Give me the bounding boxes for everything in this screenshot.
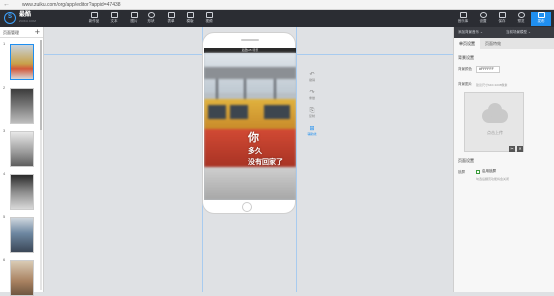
- page-list-scrollbar[interactable]: [40, 40, 42, 290]
- form-icon: [167, 12, 175, 18]
- video-icon: [205, 12, 213, 18]
- tool-new-work[interactable]: 新作品: [84, 12, 104, 26]
- brand-tagline: ZUIKU.COM: [19, 19, 36, 23]
- music-icon: [459, 12, 467, 18]
- tab-page-settings[interactable]: 单页设置: [454, 38, 480, 49]
- lock-screen-hint: 勾选后翻页功能将会关闭: [476, 177, 510, 181]
- add-music-dropdown[interactable]: 添加背景音乐 ⌄: [458, 30, 483, 35]
- phone-preview: 最酷H5 场景 你 多久 没有回家了: [202, 32, 296, 214]
- phone-speaker: [241, 39, 259, 41]
- lock-screen-checkbox[interactable]: [476, 170, 480, 174]
- upload-label: 点击上传: [487, 130, 503, 135]
- lock-screen-option: 启用锁屏: [482, 169, 496, 173]
- properties-top-bar: 添加背景音乐 ⌄ 当前场景模型 ⌄: [454, 27, 554, 38]
- text-icon: [110, 12, 118, 18]
- editor-canvas: 最酷H5 场景 你 多久 没有回家了 ↶ 撤销 ↷ 重做 ⎘ 复制 ⊞ 辅助线: [44, 27, 453, 292]
- page-thumbnail-4[interactable]: [10, 174, 34, 210]
- page-thumbnail-3[interactable]: [10, 131, 34, 167]
- tool-video[interactable]: 视频: [199, 12, 219, 26]
- page-number: 3: [3, 128, 6, 133]
- tool-template[interactable]: 模版: [180, 12, 200, 26]
- tool-publish[interactable]: 发布: [531, 12, 551, 26]
- redo-button[interactable]: ↷ 重做: [306, 90, 318, 100]
- page-number: 2: [3, 85, 6, 90]
- preview-icon: [517, 12, 525, 18]
- upload-cloud-icon: [482, 103, 508, 123]
- tool-save[interactable]: 保存: [492, 12, 512, 26]
- background-image-hint: 建议尺寸640×1008像素: [476, 83, 508, 87]
- guides-toggle-button[interactable]: ⊞ 辅助线: [306, 126, 318, 136]
- logo: S 最酷 ZUIKU.COM: [4, 12, 40, 25]
- background-image-upload[interactable]: 点击上传 ✂ ✕: [464, 92, 524, 152]
- canvas-side-tools: ↶ 撤销 ↷ 重做 ⎘ 复制 ⊞ 辅助线: [306, 72, 318, 144]
- tool-text[interactable]: 文本: [104, 12, 124, 26]
- lock-screen-label: 锁屏: [458, 170, 465, 174]
- properties-tabs: 单页设置 页面特效: [454, 38, 554, 49]
- delete-icon[interactable]: ✕: [517, 146, 523, 152]
- poem-line-3: 没有回家了: [248, 159, 283, 167]
- tool-shape[interactable]: 形状: [141, 12, 161, 26]
- tool-music[interactable]: 音乐库: [453, 12, 473, 26]
- tool-preview[interactable]: 预览: [511, 12, 531, 26]
- copy-button[interactable]: ⎘ 复制: [306, 108, 318, 118]
- page-number: 1: [3, 41, 6, 46]
- brand-name: 最酷: [19, 12, 32, 18]
- shape-icon: [147, 12, 155, 18]
- page-thumbnail-5[interactable]: [10, 217, 34, 253]
- poem-line-1: 你: [248, 132, 259, 144]
- scene-model-dropdown[interactable]: 当前场景模型 ⌄: [506, 30, 531, 35]
- top-toolbar: S 最酷 ZUIKU.COM 新作品 文本 图片 形状 表单 模版 视频 音乐库…: [0, 10, 554, 27]
- browser-bar: ← www.zuiku.com/org/app/editor?appid=474…: [0, 0, 554, 10]
- tool-form[interactable]: 表单: [161, 12, 181, 26]
- template-icon: [186, 12, 194, 18]
- page-thumbnail-1[interactable]: [10, 44, 34, 80]
- back-arrow-icon[interactable]: ←: [3, 1, 10, 9]
- phone-home-button: [242, 202, 252, 212]
- scrollbar-thumb[interactable]: [40, 40, 42, 130]
- page-manager-header: 页面管理 +: [0, 27, 43, 38]
- background-section-title: 背景设置: [458, 55, 474, 60]
- publish-icon: [537, 12, 545, 18]
- background-color-input[interactable]: #FFFFFF: [476, 66, 500, 73]
- properties-panel: 添加背景音乐 ⌄ 当前场景模型 ⌄ 单页设置 页面特效 背景设置 背景颜色 #F…: [453, 27, 554, 292]
- save-icon: [498, 12, 506, 18]
- page-manager-title: 页面管理: [3, 30, 19, 35]
- page-number: 5: [3, 214, 6, 219]
- background-photo[interactable]: [204, 53, 296, 200]
- background-image-label: 背景图片: [458, 82, 472, 86]
- page-thumbnail-6[interactable]: [10, 260, 34, 296]
- new-work-icon: [90, 12, 98, 18]
- tool-settings[interactable]: 设置: [473, 12, 493, 26]
- tab-page-effects[interactable]: 页面特效: [480, 38, 506, 49]
- poem-line-2: 多久: [248, 148, 262, 156]
- undo-button[interactable]: ↶ 撤销: [306, 72, 318, 82]
- settings-icon: [479, 12, 487, 18]
- crop-icon[interactable]: ✂: [509, 146, 515, 152]
- address-bar[interactable]: www.zuiku.com/org/app/editor?appid=47438: [22, 1, 121, 9]
- page-number: 4: [3, 171, 6, 176]
- page-number: 6: [3, 257, 6, 262]
- phone-screen[interactable]: 最酷H5 场景 你 多久 没有回家了: [204, 48, 296, 200]
- background-color-label: 背景颜色: [458, 67, 472, 71]
- image-icon: [130, 12, 138, 18]
- poem-text[interactable]: 你 多久 没有回家了: [248, 131, 283, 167]
- add-page-button[interactable]: +: [35, 27, 40, 37]
- page-section-title: 页面设置: [458, 158, 474, 163]
- page-thumbnail-2[interactable]: [10, 88, 34, 124]
- page-manager-panel: 页面管理 + 1 2 3 4 5 6: [0, 27, 44, 296]
- guide-line-right: [296, 27, 297, 292]
- logo-icon: S: [4, 12, 16, 24]
